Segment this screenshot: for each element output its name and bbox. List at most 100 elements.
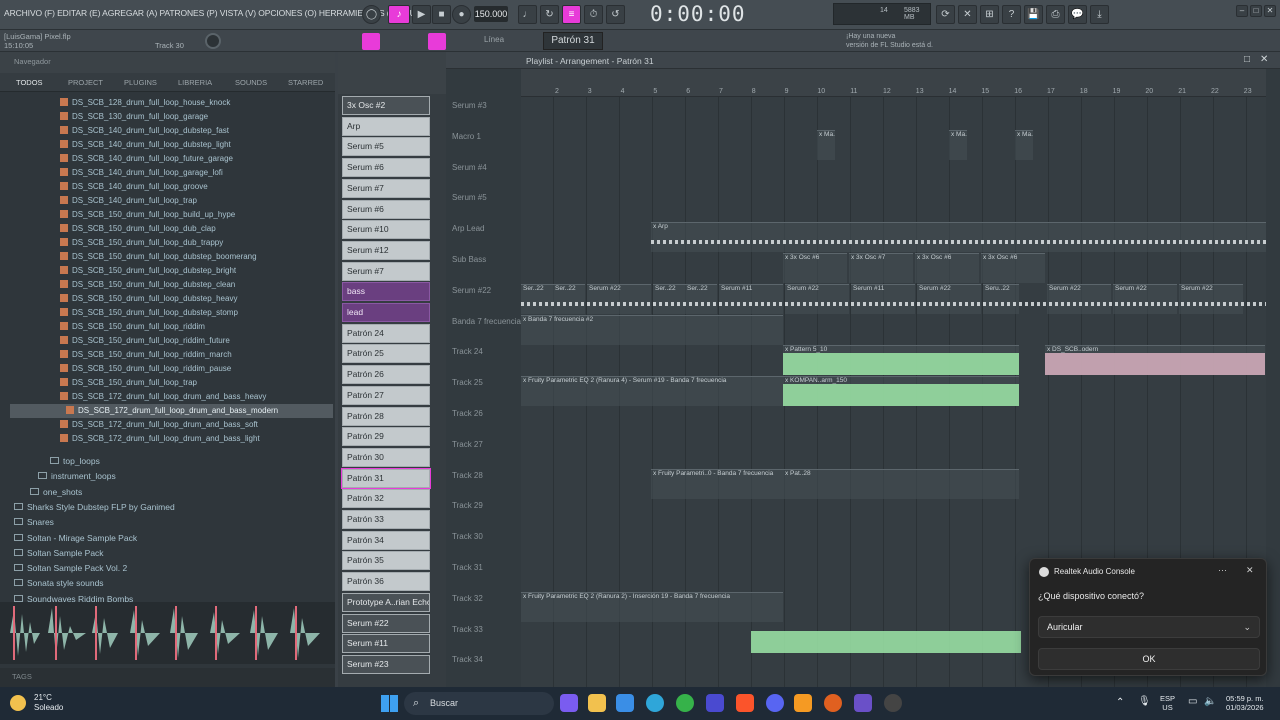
tab-plugins[interactable]: PLUGINS <box>124 78 157 87</box>
refresh-icon[interactable]: ⟳ <box>936 5 955 24</box>
playlist-clip[interactable]: Ser..22 <box>653 283 685 314</box>
file-item[interactable]: DS_SCB_172_drum_full_loop_drum_and_bass_… <box>0 418 300 432</box>
folder-item[interactable]: one_shots <box>30 485 82 500</box>
countdown-icon[interactable]: ⏱ <box>584 5 603 24</box>
channel-button[interactable]: Patrón 36 <box>342 572 430 592</box>
chevron-up-icon[interactable]: ⌃ <box>1116 697 1124 708</box>
playlist-clip[interactable]: Serum #22 <box>1179 283 1243 314</box>
file-item[interactable]: DS_SCB_150_drum_full_loop_riddim <box>0 320 300 334</box>
fl-studio-icon[interactable] <box>794 694 812 712</box>
file-item[interactable]: DS_SCB_128_drum_full_loop_house_knock <box>0 96 300 110</box>
file-item[interactable]: DS_SCB_150_drum_full_loop_dubstep_heavy <box>0 292 300 306</box>
channel-button[interactable]: Arp <box>342 116 430 136</box>
playlist-clip[interactable]: Serum #11 <box>851 283 915 314</box>
folder-item[interactable]: Soltan - Mirage Sample Pack <box>14 531 137 546</box>
device-select[interactable]: Auricular ⌄ <box>1038 616 1260 638</box>
channel-button[interactable]: Serum #23 <box>342 654 430 674</box>
channel-button[interactable]: Serum #7 <box>342 178 430 198</box>
channel-button[interactable]: Patrón 32 <box>342 489 430 509</box>
folder-item[interactable]: Soundwaves Riddim Bombs <box>14 592 133 607</box>
file-item[interactable]: DS_SCB_140_drum_full_loop_future_garage <box>0 152 300 166</box>
playlist-clip[interactable]: Ser..22 <box>685 283 717 314</box>
file-item[interactable]: DS_SCB_130_drum_full_loop_garage <box>0 110 300 124</box>
track-name[interactable]: Track 26 <box>452 409 483 418</box>
weather-sun-icon[interactable] <box>10 695 26 711</box>
track-name[interactable]: Serum #4 <box>452 163 487 172</box>
channel-button[interactable]: Patrón 27 <box>342 385 430 405</box>
playlist-clip[interactable]: x Fruity Parametric EQ 2 (Ranura 4) - Se… <box>521 376 783 407</box>
store-icon[interactable] <box>616 694 634 712</box>
metronome-icon[interactable]: ♩ <box>518 5 537 24</box>
channel-button[interactable]: Serum #12 <box>342 240 430 260</box>
track-name[interactable]: Track 32 <box>452 594 483 603</box>
track-name[interactable]: Serum #22 <box>452 286 491 295</box>
folder-item[interactable]: Snares <box>14 515 54 530</box>
file-item[interactable]: DS_SCB_150_drum_full_loop_dubstep_boomer… <box>0 250 300 264</box>
playlist-clip[interactable]: Serum #22 <box>1113 283 1177 314</box>
taskbar-search[interactable]: Buscar <box>404 692 554 715</box>
folder-item[interactable]: Sharks Style Dubstep FLP by Ganimed <box>14 500 175 515</box>
file-item[interactable]: DS_SCB_150_drum_full_loop_riddim_pause <box>0 362 300 376</box>
playlist-clip[interactable]: Serum #22 <box>785 283 849 314</box>
channel-button[interactable]: Serum #6 <box>342 199 430 219</box>
file-item[interactable]: DS_SCB_150_drum_full_loop_dub_trappy <box>0 236 300 250</box>
track-name[interactable]: Track 30 <box>452 532 483 541</box>
volume-icon[interactable]: 🔈 <box>1204 696 1216 707</box>
play-button[interactable]: ▶ <box>412 5 431 24</box>
record-button[interactable]: ● <box>452 5 471 24</box>
track-name[interactable]: Track 25 <box>452 378 483 387</box>
more-options-icon[interactable]: ··· <box>1218 565 1227 575</box>
channel-button[interactable]: Patrón 34 <box>342 530 430 550</box>
channel-button[interactable]: Serum #11 <box>342 634 430 654</box>
teams-icon[interactable] <box>854 694 872 712</box>
file-item[interactable]: DS_SCB_150_drum_full_loop_build_up_hype <box>0 208 300 222</box>
file-item[interactable]: DS_SCB_140_drum_full_loop_dubstep_light <box>0 138 300 152</box>
playlist-clip[interactable]: Ser..22 <box>521 283 553 314</box>
maximize-icon[interactable]: □ <box>1250 5 1262 17</box>
folder-item[interactable]: instrument_loops <box>38 469 116 484</box>
tab-starred[interactable]: STARRED <box>288 78 323 87</box>
channel-button[interactable]: Serum #6 <box>342 158 430 178</box>
mixer-icon[interactable]: ⊞ <box>980 5 999 24</box>
dialog-close-icon[interactable]: ✕ <box>1246 565 1254 576</box>
network-icon[interactable]: ▭ <box>1188 696 1197 707</box>
weather-widget[interactable]: 21°C Soleado <box>34 693 63 713</box>
track-name[interactable]: Arp Lead <box>452 224 484 233</box>
file-explorer-icon[interactable] <box>588 694 606 712</box>
playlist-clip[interactable]: x Ma..o 1 <box>949 129 967 160</box>
playlist-clip[interactable]: x Banda 7 frecuencia #2 <box>521 314 783 345</box>
channel-button[interactable]: Patrón 35 <box>342 551 430 571</box>
file-item[interactable]: DS_SCB_140_drum_full_loop_dubstep_fast <box>0 124 300 138</box>
render-icon[interactable]: ⎙ <box>1046 5 1065 24</box>
track-name[interactable]: Macro 1 <box>452 132 481 141</box>
timeline-ruler[interactable]: 2 3 4 5 6 7 8 9 10 11 12 13 14 15 16 17 18 19 20 21 22 23 <box>521 69 1266 97</box>
waveform-preview[interactable] <box>0 602 335 664</box>
close-window-icon[interactable]: ✕ <box>958 5 977 24</box>
help-icon[interactable]: ? <box>1002 5 1021 24</box>
app-icon[interactable] <box>706 694 724 712</box>
playlist-clip[interactable]: x Ma..o 1 <box>1015 129 1033 160</box>
playlist-clip[interactable]: Serum #22 <box>587 283 651 314</box>
track-name[interactable]: Track 33 <box>452 625 483 634</box>
close-app-icon[interactable]: ✕ <box>1264 5 1276 17</box>
playlist-clip[interactable]: x Arp <box>651 222 1266 253</box>
playlist-clip[interactable]: x 3x Osc #6 <box>915 253 979 283</box>
pattern-selector[interactable]: Patrón 31 <box>543 32 603 50</box>
draw-tool-icon[interactable] <box>428 33 446 50</box>
file-item[interactable]: DS_SCB_150_drum_full_loop_dub_clap <box>0 222 300 236</box>
file-item[interactable]: DS_SCB_172_drum_full_loop_drum_and_bass_… <box>0 432 300 446</box>
wait-input-button[interactable]: ≡ <box>562 5 581 24</box>
song-mode-button[interactable]: ♪ <box>388 5 410 24</box>
file-item[interactable]: DS_SCB_150_drum_full_loop_dubstep_bright <box>0 264 300 278</box>
news-ticker[interactable]: ¡Hay una nueva versión de FL Studio está… <box>846 32 933 50</box>
master-volume-knob[interactable] <box>205 33 221 49</box>
ok-button[interactable]: OK <box>1038 648 1260 670</box>
language-indicator[interactable]: ESP US <box>1160 694 1175 712</box>
chat-icon[interactable]: 💬 <box>1068 5 1087 24</box>
minimize-icon[interactable]: – <box>1236 5 1248 17</box>
track-name[interactable]: Sub Bass <box>452 255 486 264</box>
save-icon[interactable]: 💾 <box>1024 5 1043 24</box>
windows-start-icon[interactable] <box>381 695 398 712</box>
tab-libreria[interactable]: LIBRERIA <box>178 78 212 87</box>
channel-button[interactable]: bass <box>342 282 430 302</box>
